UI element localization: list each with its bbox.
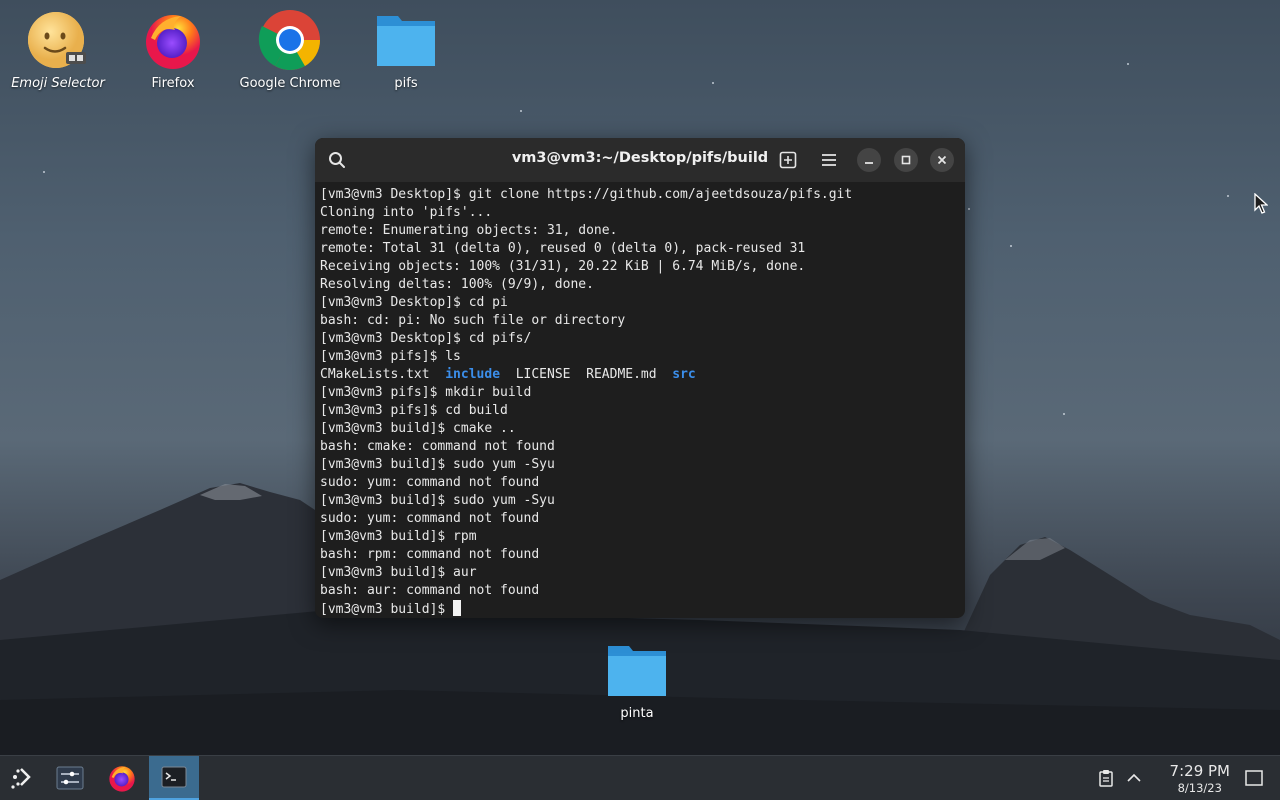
minimize-icon [865, 162, 873, 164]
terminal-line: bash: cmake: command not found [320, 439, 555, 454]
desktop-icon-label: pifs [394, 76, 418, 91]
folder-icon [374, 8, 438, 72]
taskbar-firefox[interactable] [100, 756, 144, 800]
desktop-icon-emoji-selector[interactable]: Emoji Selector [3, 8, 113, 91]
terminal-line: sudo: yum: command not found [320, 511, 540, 526]
ls-file: README.md [586, 367, 657, 382]
terminal-output[interactable]: [vm3@vm3 Desktop]$ git clone https://git… [315, 182, 965, 618]
terminal-line: remote: Total 31 (delta 0), reused 0 (de… [320, 241, 806, 256]
terminal-line: bash: rpm: command not found [320, 547, 540, 562]
terminal-prompt: [vm3@vm3 build]$ [320, 602, 454, 617]
terminal-line: [vm3@vm3 Desktop]$ cd pi [320, 295, 508, 310]
terminal-line: Receiving objects: 100% (31/31), 20.22 K… [320, 259, 806, 274]
new-tab-icon [779, 151, 797, 169]
terminal-line: sudo: yum: command not found [320, 475, 540, 490]
terminal-line: [vm3@vm3 Desktop]$ git clone https://git… [320, 187, 853, 202]
terminal-line: [vm3@vm3 pifs]$ ls [320, 349, 461, 364]
emoji-face-icon [26, 8, 90, 72]
mouse-pointer-icon [1254, 193, 1268, 214]
new-tab-button[interactable] [776, 148, 800, 172]
terminal-line: bash: aur: command not found [320, 583, 540, 598]
terminal-line: [vm3@vm3 build]$ aur [320, 565, 477, 580]
folder-icon [605, 638, 669, 702]
terminal-icon [161, 766, 187, 788]
application-launcher-button[interactable] [0, 756, 44, 800]
chevron-up-icon [1127, 773, 1141, 782]
ls-file: LICENSE [515, 367, 571, 382]
clipboard-tray-button[interactable] [1094, 756, 1118, 800]
menu-button[interactable] [817, 148, 841, 172]
desktop-icon-pifs-folder[interactable]: pifs [351, 8, 461, 91]
desktop-icon-label: Firefox [151, 76, 195, 91]
terminal-line: Cloning into 'pifs'... [320, 205, 493, 220]
terminal-line: [vm3@vm3 build]$ sudo yum -Syu [320, 457, 555, 472]
terminal-line: [vm3@vm3 build]$ cmake .. [320, 421, 516, 436]
desktop-icon-label: Emoji Selector [11, 76, 105, 91]
clipboard-icon [1099, 770, 1113, 787]
firefox-icon [141, 8, 205, 72]
clock-date: 8/13/23 [1177, 781, 1222, 795]
maximize-icon [901, 155, 911, 165]
show-desktop-icon [1245, 770, 1263, 786]
terminal-line: [vm3@vm3 build]$ rpm [320, 529, 477, 544]
terminal-line: [vm3@vm3 build]$ sudo yum -Syu [320, 493, 555, 508]
firefox-icon [109, 766, 135, 792]
terminal-line: [vm3@vm3 Desktop]$ cd pifs/ [320, 331, 532, 346]
terminal-line: Resolving deltas: 100% (9/9), done. [320, 277, 594, 292]
close-button[interactable] [930, 148, 954, 172]
desktop-icon-pinta-folder[interactable]: pinta [582, 638, 692, 721]
desktop-icon-google-chrome[interactable]: Google Chrome [235, 8, 345, 91]
terminal-line: remote: Enumerating objects: 31, done. [320, 223, 618, 238]
taskbar: 7:29 PM 8/13/23 [0, 755, 1280, 800]
ls-directory: include [445, 367, 501, 382]
terminal-line: [vm3@vm3 pifs]$ mkdir build [320, 385, 532, 400]
desktop-icon-label: pinta [620, 706, 654, 721]
system-settings-icon [56, 766, 84, 790]
show-desktop-button[interactable] [1240, 756, 1268, 800]
close-icon [937, 155, 947, 165]
terminal-titlebar[interactable]: vm3@vm3:~/Desktop/pifs/build [315, 138, 965, 182]
hamburger-menu-icon [822, 154, 836, 166]
terminal-line: bash: cd: pi: No such file or directory [320, 313, 626, 328]
terminal-prompt-line: [vm3@vm3 build]$ [320, 600, 960, 618]
digital-clock[interactable]: 7:29 PM 8/13/23 [1170, 762, 1230, 795]
app-launcher-icon [11, 768, 31, 789]
desktop-icon-firefox[interactable]: Firefox [118, 8, 228, 91]
minimize-button[interactable] [857, 148, 881, 172]
ls-directory: src [672, 367, 696, 382]
ls-file: CMakeLists.txt [320, 367, 430, 382]
text-cursor [453, 600, 462, 616]
show-hidden-icons-button[interactable] [1122, 756, 1146, 800]
terminal-line: [vm3@vm3 pifs]$ cd build [320, 403, 508, 418]
desktop-icon-label: Google Chrome [239, 76, 341, 91]
taskbar-system-settings[interactable] [48, 756, 92, 800]
taskbar-terminal[interactable] [149, 756, 199, 800]
maximize-button[interactable] [894, 148, 918, 172]
terminal-window[interactable]: vm3@vm3:~/Desktop/pifs/build [vm3@vm3 De… [315, 138, 965, 618]
ls-output-line: CMakeLists.txt include LICENSE README.md… [320, 366, 960, 384]
chrome-icon [258, 8, 322, 72]
clock-time: 7:29 PM [1169, 762, 1230, 780]
